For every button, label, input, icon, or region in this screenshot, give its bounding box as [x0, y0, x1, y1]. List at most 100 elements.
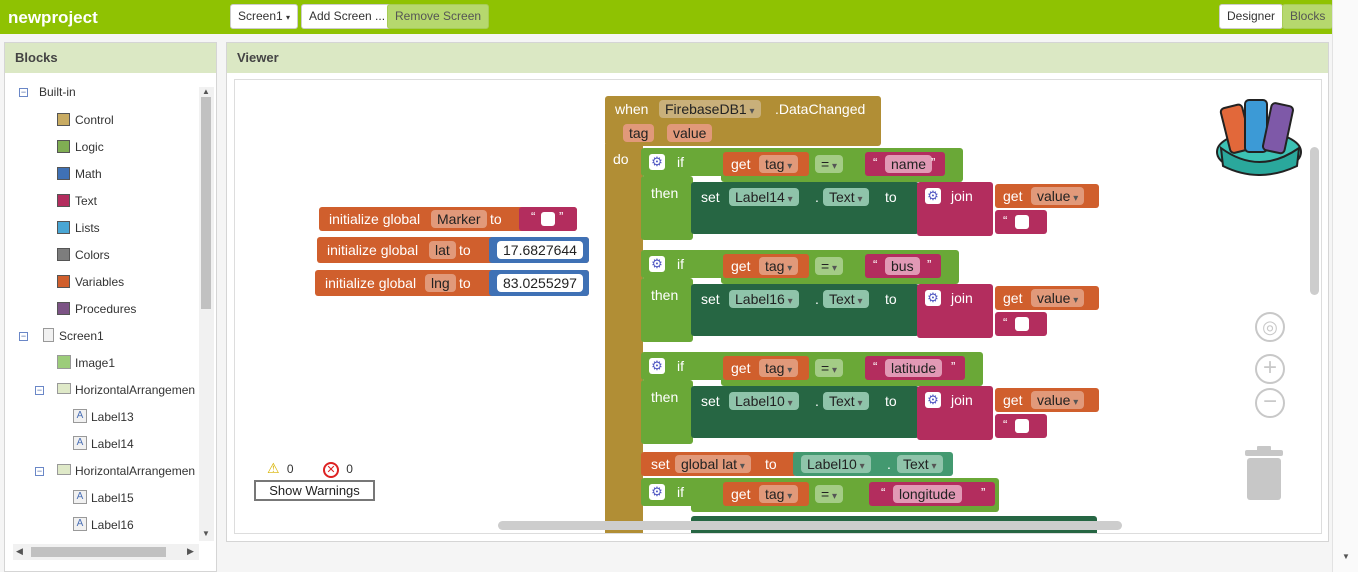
param-tag[interactable]: tag [623, 124, 655, 142]
component-dropdown[interactable]: FirebaseDB1 [659, 100, 761, 118]
gear-icon[interactable]: ⚙ [925, 392, 941, 408]
scroll-up-icon[interactable]: ▲ [202, 87, 210, 96]
gear-icon[interactable]: ⚙ [649, 256, 665, 272]
init-global-lat-block[interactable]: initialize global lat to 17.6827644 [317, 237, 589, 263]
backpack-icon[interactable] [1213, 92, 1305, 176]
arrangement-icon [57, 383, 71, 394]
top-bar: newproject Screen1 ▾ Add Screen ... Remo… [0, 0, 1334, 34]
label-icon: A [73, 436, 87, 450]
text-match-block[interactable]: “bus” [865, 254, 941, 278]
scroll-thumb[interactable] [201, 97, 211, 309]
set-global-lat-block[interactable]: set global lat to [641, 452, 797, 476]
remove-screen-button[interactable]: Remove Screen [387, 4, 490, 29]
label-icon: A [73, 409, 87, 423]
scroll-down-icon[interactable]: ▼ [202, 529, 210, 538]
join-block[interactable]: ⚙ join [917, 386, 993, 440]
screen-icon [43, 328, 54, 342]
compare-block[interactable]: gettag=“bus” [721, 250, 959, 284]
viewer-title: Viewer [227, 43, 1328, 73]
scroll-right-icon[interactable]: ▶ [187, 546, 194, 557]
empty-text-block[interactable]: “ [995, 312, 1047, 336]
set-label-text-block[interactable]: setLabel14.Textto [691, 182, 919, 234]
label10-text-getter[interactable]: Label10 . Text [793, 452, 953, 476]
get-tag-block[interactable]: get tag [723, 482, 809, 506]
global-var-dropdown[interactable]: global lat [675, 455, 751, 473]
scroll-down-icon[interactable]: ▼ [1342, 552, 1350, 561]
get-tag-block[interactable]: get tag [723, 254, 809, 278]
zoom-out-icon[interactable]: − [1255, 388, 1285, 418]
set-label-text-block[interactable]: setLabel16.Textto [691, 284, 919, 336]
if-block-bus[interactable]: ⚙ if [641, 250, 731, 278]
param-value[interactable]: value [667, 124, 713, 142]
when-datachanged-block[interactable]: when FirebaseDB1 .DataChanged tag value [605, 96, 881, 146]
center-target-icon[interactable]: ◎ [1255, 312, 1285, 342]
compare-block[interactable]: get tag = “ longitude ” [691, 478, 999, 512]
gear-icon[interactable]: ⚙ [649, 484, 665, 500]
gear-icon[interactable]: ⚙ [649, 358, 665, 374]
warnings-count: 0 [286, 462, 294, 476]
workspace-horizontal-scrollbar[interactable] [498, 521, 1122, 530]
compare-block[interactable]: gettag=“latitude” [721, 352, 983, 386]
text-match-block[interactable]: “name” [865, 152, 945, 176]
zoom-in-icon[interactable]: + [1255, 354, 1285, 384]
category-swatch-icon [57, 275, 70, 288]
add-screen-button[interactable]: Add Screen ... [301, 4, 394, 29]
tree-horizontal-scrollbar[interactable]: ◀ ▶ [13, 544, 199, 560]
gear-icon[interactable]: ⚙ [925, 290, 941, 306]
warning-icon: ⚠ [267, 460, 280, 476]
number-lat[interactable]: 17.6827644 [497, 241, 583, 259]
init-global-lng-block[interactable]: initialize global lng to 83.0255297 [315, 270, 589, 296]
trash-icon[interactable] [1243, 446, 1285, 502]
label-icon: A [73, 517, 87, 531]
init-global-marker-block[interactable]: initialize global Marker to “ ” [319, 207, 577, 231]
number-block[interactable]: 17.6827644 [489, 237, 589, 263]
number-lng[interactable]: 83.0255297 [497, 274, 583, 292]
blocks-tree: − Built-in Control Logic Math Text Lists Colo… [19, 85, 196, 532]
screen-select[interactable]: Screen1 ▾ [230, 4, 299, 29]
get-value-block[interactable]: get value [995, 388, 1099, 412]
show-warnings-button[interactable]: Show Warnings [254, 480, 375, 501]
then-arm: then [641, 278, 693, 342]
text-match-block[interactable]: “latitude” [865, 356, 965, 380]
tree-vertical-scrollbar[interactable]: ▲ ▼ [199, 87, 214, 541]
collapse-icon[interactable]: − [35, 386, 44, 395]
gear-icon[interactable]: ⚙ [649, 154, 665, 170]
var-name-lng[interactable]: lng [425, 274, 456, 292]
get-tag-block[interactable]: get tag [723, 356, 809, 380]
collapse-icon[interactable]: − [19, 332, 28, 341]
workspace-vertical-scrollbar[interactable] [1310, 147, 1319, 295]
var-name-lat[interactable]: lat [429, 241, 456, 259]
empty-text-block[interactable]: “ [995, 210, 1047, 234]
blocks-button[interactable]: Blocks [1282, 4, 1334, 29]
error-icon: ✕ [322, 462, 339, 478]
set-label-text-block[interactable]: setLabel10.Textto [691, 386, 919, 438]
collapse-icon[interactable]: − [19, 88, 28, 97]
join-block[interactable]: ⚙ join [917, 182, 993, 236]
image-icon [57, 355, 71, 369]
compare-block[interactable]: gettag=“name” [721, 148, 963, 182]
var-name-marker[interactable]: Marker [431, 210, 487, 228]
designer-button[interactable]: Designer [1219, 4, 1284, 29]
text-longitude-block[interactable]: “ longitude ” [869, 482, 995, 506]
blocks-panel-title: Blocks [5, 43, 216, 73]
empty-text-block[interactable]: “ ” [519, 207, 577, 231]
empty-text-block[interactable]: “ [995, 414, 1047, 438]
if-block-latitude[interactable]: ⚙ if [641, 352, 731, 380]
category-swatch-icon [57, 167, 70, 180]
category-swatch-icon [57, 248, 70, 261]
category-swatch-icon [57, 302, 70, 315]
scroll-left-icon[interactable]: ◀ [16, 546, 23, 557]
gear-icon[interactable]: ⚙ [925, 188, 941, 204]
category-swatch-icon [57, 113, 70, 126]
viewer-panel: Viewer initialize global Marker to “ ” i… [226, 42, 1329, 542]
join-block[interactable]: ⚙ join [917, 284, 993, 338]
collapse-icon[interactable]: − [35, 467, 44, 476]
get-value-block[interactable]: get value [995, 286, 1099, 310]
get-tag-block[interactable]: get tag [723, 152, 809, 176]
scroll-thumb[interactable] [31, 547, 166, 557]
page-scrollbar[interactable]: ▼ [1332, 0, 1358, 572]
blocks-workspace[interactable]: initialize global Marker to “ ” initiali… [234, 79, 1322, 534]
get-value-block[interactable]: get value [995, 184, 1099, 208]
number-block[interactable]: 83.0255297 [489, 270, 589, 296]
if-block-name[interactable]: ⚙ if [641, 148, 731, 176]
